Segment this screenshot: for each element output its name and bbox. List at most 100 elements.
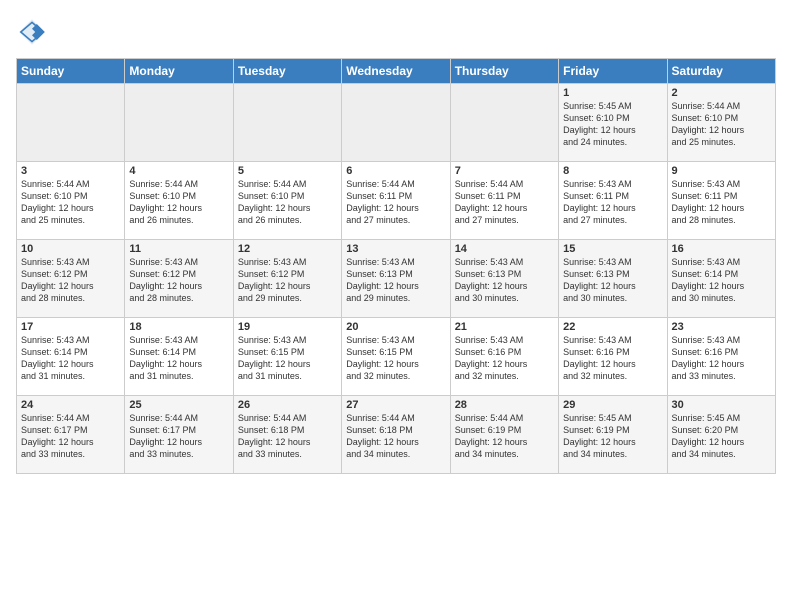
calendar-cell: 21Sunrise: 5:43 AM Sunset: 6:16 PM Dayli…	[450, 318, 558, 396]
cell-info: Sunrise: 5:44 AM Sunset: 6:18 PM Dayligh…	[238, 412, 337, 461]
calendar-cell	[450, 84, 558, 162]
calendar-cell: 8Sunrise: 5:43 AM Sunset: 6:11 PM Daylig…	[559, 162, 667, 240]
calendar-cell: 25Sunrise: 5:44 AM Sunset: 6:17 PM Dayli…	[125, 396, 233, 474]
calendar-week-3: 10Sunrise: 5:43 AM Sunset: 6:12 PM Dayli…	[17, 240, 776, 318]
day-header-monday: Monday	[125, 59, 233, 84]
day-number: 6	[346, 165, 445, 177]
cell-info: Sunrise: 5:43 AM Sunset: 6:16 PM Dayligh…	[455, 334, 554, 383]
day-number: 25	[129, 399, 228, 411]
day-number: 16	[672, 243, 771, 255]
day-number: 4	[129, 165, 228, 177]
calendar-week-2: 3Sunrise: 5:44 AM Sunset: 6:10 PM Daylig…	[17, 162, 776, 240]
calendar-cell: 26Sunrise: 5:44 AM Sunset: 6:18 PM Dayli…	[233, 396, 341, 474]
day-number: 11	[129, 243, 228, 255]
day-header-sunday: Sunday	[17, 59, 125, 84]
calendar-week-1: 1Sunrise: 5:45 AM Sunset: 6:10 PM Daylig…	[17, 84, 776, 162]
calendar-week-5: 24Sunrise: 5:44 AM Sunset: 6:17 PM Dayli…	[17, 396, 776, 474]
cell-info: Sunrise: 5:44 AM Sunset: 6:19 PM Dayligh…	[455, 412, 554, 461]
calendar-cell	[233, 84, 341, 162]
day-number: 23	[672, 321, 771, 333]
calendar-cell: 18Sunrise: 5:43 AM Sunset: 6:14 PM Dayli…	[125, 318, 233, 396]
calendar-cell: 13Sunrise: 5:43 AM Sunset: 6:13 PM Dayli…	[342, 240, 450, 318]
cell-info: Sunrise: 5:43 AM Sunset: 6:15 PM Dayligh…	[238, 334, 337, 383]
day-number: 13	[346, 243, 445, 255]
cell-info: Sunrise: 5:44 AM Sunset: 6:17 PM Dayligh…	[129, 412, 228, 461]
calendar-cell: 23Sunrise: 5:43 AM Sunset: 6:16 PM Dayli…	[667, 318, 775, 396]
calendar-cell: 12Sunrise: 5:43 AM Sunset: 6:12 PM Dayli…	[233, 240, 341, 318]
calendar-cell: 22Sunrise: 5:43 AM Sunset: 6:16 PM Dayli…	[559, 318, 667, 396]
day-number: 19	[238, 321, 337, 333]
day-header-wednesday: Wednesday	[342, 59, 450, 84]
cell-info: Sunrise: 5:43 AM Sunset: 6:12 PM Dayligh…	[129, 256, 228, 305]
calendar-cell: 11Sunrise: 5:43 AM Sunset: 6:12 PM Dayli…	[125, 240, 233, 318]
calendar-cell: 7Sunrise: 5:44 AM Sunset: 6:11 PM Daylig…	[450, 162, 558, 240]
day-number: 1	[563, 87, 662, 99]
cell-info: Sunrise: 5:43 AM Sunset: 6:16 PM Dayligh…	[672, 334, 771, 383]
calendar-cell: 27Sunrise: 5:44 AM Sunset: 6:18 PM Dayli…	[342, 396, 450, 474]
calendar-cell: 15Sunrise: 5:43 AM Sunset: 6:13 PM Dayli…	[559, 240, 667, 318]
day-number: 15	[563, 243, 662, 255]
calendar-cell: 16Sunrise: 5:43 AM Sunset: 6:14 PM Dayli…	[667, 240, 775, 318]
day-number: 8	[563, 165, 662, 177]
cell-info: Sunrise: 5:43 AM Sunset: 6:11 PM Dayligh…	[672, 178, 771, 227]
day-number: 3	[21, 165, 120, 177]
day-number: 2	[672, 87, 771, 99]
calendar-week-4: 17Sunrise: 5:43 AM Sunset: 6:14 PM Dayli…	[17, 318, 776, 396]
logo	[16, 16, 52, 48]
day-number: 30	[672, 399, 771, 411]
cell-info: Sunrise: 5:45 AM Sunset: 6:20 PM Dayligh…	[672, 412, 771, 461]
cell-info: Sunrise: 5:43 AM Sunset: 6:14 PM Dayligh…	[21, 334, 120, 383]
day-header-friday: Friday	[559, 59, 667, 84]
calendar-cell: 29Sunrise: 5:45 AM Sunset: 6:19 PM Dayli…	[559, 396, 667, 474]
cell-info: Sunrise: 5:45 AM Sunset: 6:10 PM Dayligh…	[563, 100, 662, 149]
day-number: 9	[672, 165, 771, 177]
calendar-cell	[125, 84, 233, 162]
cell-info: Sunrise: 5:44 AM Sunset: 6:10 PM Dayligh…	[238, 178, 337, 227]
cell-info: Sunrise: 5:44 AM Sunset: 6:10 PM Dayligh…	[672, 100, 771, 149]
cell-info: Sunrise: 5:43 AM Sunset: 6:15 PM Dayligh…	[346, 334, 445, 383]
calendar-cell: 14Sunrise: 5:43 AM Sunset: 6:13 PM Dayli…	[450, 240, 558, 318]
day-number: 27	[346, 399, 445, 411]
logo-icon	[16, 16, 48, 48]
calendar-cell: 3Sunrise: 5:44 AM Sunset: 6:10 PM Daylig…	[17, 162, 125, 240]
calendar-cell: 5Sunrise: 5:44 AM Sunset: 6:10 PM Daylig…	[233, 162, 341, 240]
day-header-thursday: Thursday	[450, 59, 558, 84]
cell-info: Sunrise: 5:44 AM Sunset: 6:11 PM Dayligh…	[455, 178, 554, 227]
day-header-tuesday: Tuesday	[233, 59, 341, 84]
calendar-cell: 4Sunrise: 5:44 AM Sunset: 6:10 PM Daylig…	[125, 162, 233, 240]
cell-info: Sunrise: 5:44 AM Sunset: 6:17 PM Dayligh…	[21, 412, 120, 461]
day-number: 10	[21, 243, 120, 255]
calendar-cell: 20Sunrise: 5:43 AM Sunset: 6:15 PM Dayli…	[342, 318, 450, 396]
day-number: 24	[21, 399, 120, 411]
calendar-header-row: SundayMondayTuesdayWednesdayThursdayFrid…	[17, 59, 776, 84]
day-number: 29	[563, 399, 662, 411]
calendar-cell: 9Sunrise: 5:43 AM Sunset: 6:11 PM Daylig…	[667, 162, 775, 240]
header	[16, 16, 776, 48]
calendar-cell: 17Sunrise: 5:43 AM Sunset: 6:14 PM Dayli…	[17, 318, 125, 396]
cell-info: Sunrise: 5:43 AM Sunset: 6:13 PM Dayligh…	[455, 256, 554, 305]
cell-info: Sunrise: 5:43 AM Sunset: 6:16 PM Dayligh…	[563, 334, 662, 383]
cell-info: Sunrise: 5:43 AM Sunset: 6:12 PM Dayligh…	[21, 256, 120, 305]
day-header-saturday: Saturday	[667, 59, 775, 84]
calendar-cell: 28Sunrise: 5:44 AM Sunset: 6:19 PM Dayli…	[450, 396, 558, 474]
day-number: 18	[129, 321, 228, 333]
cell-info: Sunrise: 5:43 AM Sunset: 6:13 PM Dayligh…	[346, 256, 445, 305]
calendar-cell	[17, 84, 125, 162]
day-number: 26	[238, 399, 337, 411]
day-number: 28	[455, 399, 554, 411]
cell-info: Sunrise: 5:44 AM Sunset: 6:10 PM Dayligh…	[21, 178, 120, 227]
day-number: 22	[563, 321, 662, 333]
cell-info: Sunrise: 5:45 AM Sunset: 6:19 PM Dayligh…	[563, 412, 662, 461]
cell-info: Sunrise: 5:43 AM Sunset: 6:14 PM Dayligh…	[672, 256, 771, 305]
day-number: 5	[238, 165, 337, 177]
cell-info: Sunrise: 5:44 AM Sunset: 6:11 PM Dayligh…	[346, 178, 445, 227]
calendar-cell: 2Sunrise: 5:44 AM Sunset: 6:10 PM Daylig…	[667, 84, 775, 162]
day-number: 14	[455, 243, 554, 255]
day-number: 20	[346, 321, 445, 333]
day-number: 7	[455, 165, 554, 177]
calendar: SundayMondayTuesdayWednesdayThursdayFrid…	[16, 58, 776, 474]
cell-info: Sunrise: 5:43 AM Sunset: 6:13 PM Dayligh…	[563, 256, 662, 305]
calendar-cell: 1Sunrise: 5:45 AM Sunset: 6:10 PM Daylig…	[559, 84, 667, 162]
calendar-cell: 10Sunrise: 5:43 AM Sunset: 6:12 PM Dayli…	[17, 240, 125, 318]
cell-info: Sunrise: 5:44 AM Sunset: 6:10 PM Dayligh…	[129, 178, 228, 227]
